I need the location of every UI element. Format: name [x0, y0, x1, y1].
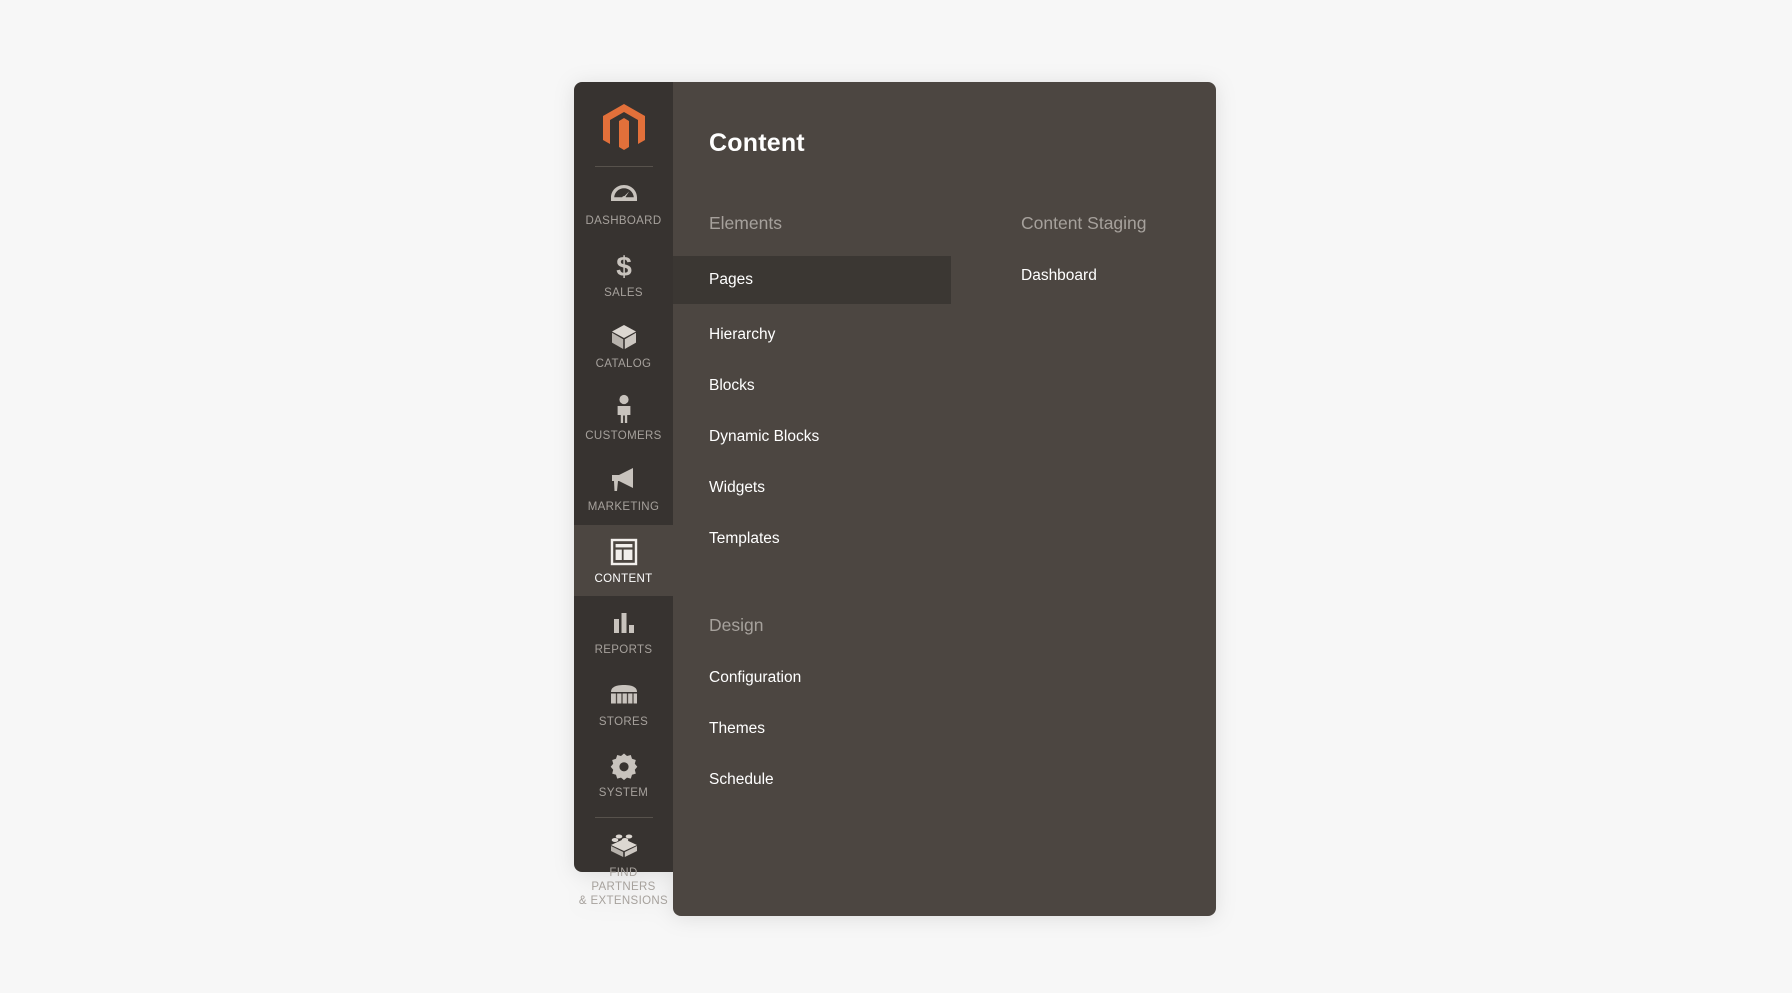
storefront-icon [609, 680, 639, 710]
menu-item-themes[interactable]: Themes [673, 709, 993, 749]
content-menu-panel: Content Elements Pages Hierarchy Blocks … [673, 82, 1216, 916]
menu-item-pages[interactable]: Pages [673, 255, 951, 304]
dollar-icon: $ [613, 251, 635, 281]
gauge-icon [610, 179, 638, 209]
layout-icon [610, 537, 638, 567]
menu-item-templates[interactable]: Templates [673, 519, 993, 559]
sidebar-item-label: STORES [598, 715, 649, 728]
column-elements: Elements Pages Hierarchy Blocks Dynamic … [673, 213, 993, 800]
sidebar-item-customers[interactable]: CUSTOMERS [574, 382, 673, 454]
menu-columns: Elements Pages Hierarchy Blocks Dynamic … [673, 213, 1216, 800]
sidebar-item-sales[interactable]: $ SALES [574, 239, 673, 311]
group-title-design: Design [709, 614, 764, 635]
person-icon [613, 394, 635, 424]
bar-chart-icon [611, 608, 637, 638]
group-elements: Elements Pages Hierarchy Blocks Dynamic … [673, 213, 993, 559]
lego-brick-icon [609, 830, 639, 860]
sidebar-item-catalog[interactable]: CATALOG [574, 310, 673, 382]
primary-sidebar: DASHBOARD $ SALES CATALOG CUSTOMERS MARK… [574, 82, 673, 907]
gear-icon [610, 751, 638, 781]
sidebar-item-content[interactable]: CONTENT [574, 524, 673, 596]
sidebar-item-find-partners-extensions[interactable]: FIND PARTNERS & EXTENSIONS [574, 818, 673, 918]
sidebar-item-label: REPORTS [594, 644, 653, 656]
group-title-content-staging: Content Staging [1021, 212, 1147, 233]
menu-item-dynamic-blocks[interactable]: Dynamic Blocks [673, 417, 993, 457]
sidebar-item-marketing[interactable]: MARKETING [574, 453, 673, 525]
menu-item-staging-dashboard[interactable]: Dashboard [993, 256, 1216, 296]
sidebar-item-dashboard[interactable]: DASHBOARD [574, 167, 673, 239]
menu-item-hierarchy[interactable]: Hierarchy [673, 315, 993, 355]
sidebar-item-label: DASHBOARD [585, 215, 662, 227]
menu-item-schedule[interactable]: Schedule [673, 760, 993, 800]
design-list: Configuration Themes Schedule [673, 658, 993, 800]
group-design: Design Configuration Themes Schedule [673, 615, 993, 800]
sidebar-item-label: CONTENT [594, 572, 653, 585]
box-icon [610, 322, 638, 352]
megaphone-icon [609, 465, 639, 495]
sidebar-item-label: FIND PARTNERS & EXTENSIONS [578, 866, 669, 907]
admin-panel: DASHBOARD $ SALES CATALOG CUSTOMERS MARK… [574, 82, 1216, 916]
magento-logo-icon [602, 104, 645, 152]
content-staging-list: Dashboard [993, 256, 1216, 296]
sidebar-item-label: MARKETING [587, 501, 660, 513]
page-title: Content [709, 128, 805, 157]
sidebar-item-system[interactable]: SYSTEM [574, 739, 673, 811]
column-content-staging: Content Staging Dashboard [993, 213, 1216, 800]
sidebar-item-label: CUSTOMERS [585, 429, 662, 442]
svg-text:$: $ [616, 251, 632, 281]
sidebar-item-label: CATALOG [595, 358, 652, 370]
sidebar-item-reports[interactable]: REPORTS [574, 596, 673, 668]
menu-item-configuration[interactable]: Configuration [673, 658, 993, 698]
menu-item-widgets[interactable]: Widgets [673, 468, 993, 508]
magento-logo[interactable] [574, 96, 673, 160]
menu-item-blocks[interactable]: Blocks [673, 366, 993, 406]
group-title-elements: Elements [709, 212, 782, 233]
sidebar-item-label: SYSTEM [598, 787, 649, 799]
elements-list: Pages Hierarchy Blocks Dynamic Blocks Wi… [673, 255, 993, 559]
sidebar-item-label: SALES [604, 286, 643, 299]
sidebar-item-stores[interactable]: STORES [574, 668, 673, 740]
